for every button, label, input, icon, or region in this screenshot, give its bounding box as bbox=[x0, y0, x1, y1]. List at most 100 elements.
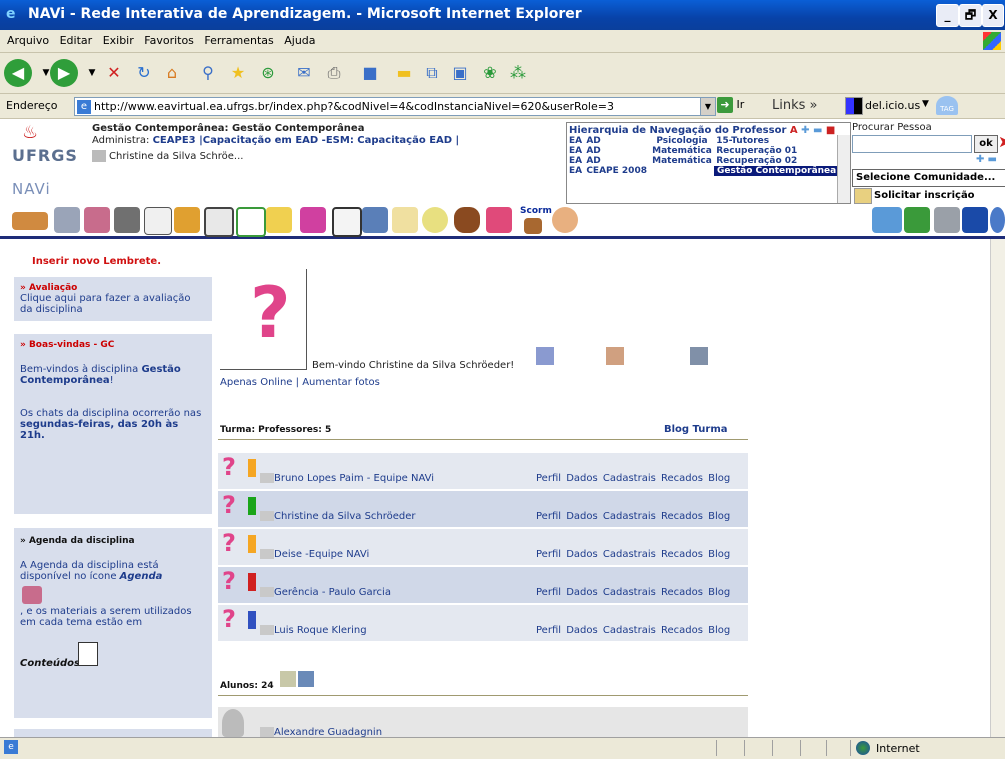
news-icon[interactable] bbox=[54, 207, 80, 233]
maximize-button[interactable]: 🗗 bbox=[959, 4, 982, 27]
document-icon[interactable] bbox=[204, 207, 234, 237]
chat-icon[interactable] bbox=[362, 207, 388, 233]
recados-link[interactable]: Recados bbox=[661, 587, 703, 598]
student-name[interactable]: Alexandre Guadagnin bbox=[274, 727, 382, 737]
agenda-icon[interactable] bbox=[84, 207, 110, 233]
vertical-scrollbar[interactable] bbox=[990, 239, 1005, 737]
insert-reminder-link[interactable]: Inserir novo Lembrete. bbox=[32, 256, 161, 267]
recados-link[interactable]: Recados bbox=[661, 473, 703, 484]
stop-icon[interactable]: ✕ bbox=[102, 61, 126, 85]
dados-cadastrais-link[interactable]: Dados Cadastrais bbox=[566, 473, 656, 484]
hierarchy-row[interactable]: EA AD Matemática Recuperação 02 bbox=[567, 156, 839, 166]
menu-editar[interactable]: Editar bbox=[60, 34, 93, 47]
tools-icon[interactable] bbox=[114, 207, 140, 233]
address-dropdown-icon[interactable]: ▼ bbox=[700, 97, 716, 116]
menu-favoritos[interactable]: Favoritos bbox=[144, 34, 194, 47]
edit-square-icon[interactable] bbox=[236, 207, 266, 237]
mail-icon[interactable] bbox=[260, 727, 274, 737]
admin-link[interactable]: CEAPE3 |Capacitação em EAD -ESM: Capacit… bbox=[153, 135, 460, 146]
chart-icon[interactable] bbox=[904, 207, 930, 233]
recados-link[interactable]: Recados bbox=[661, 549, 703, 560]
perfil-link[interactable]: Perfil bbox=[536, 587, 561, 598]
settings-tools-icon[interactable] bbox=[934, 207, 960, 233]
search-people-input[interactable] bbox=[852, 135, 972, 153]
agenda-book-icon[interactable] bbox=[22, 586, 42, 604]
help-icon[interactable] bbox=[990, 207, 1005, 233]
professor-name[interactable]: Gerência - Paulo Garcia bbox=[274, 587, 391, 598]
go-button[interactable]: ➜ Ir bbox=[717, 97, 757, 116]
collapse-icon[interactable]: ▬ bbox=[813, 125, 822, 136]
edit-icon[interactable]: ■ bbox=[358, 61, 382, 85]
history-icon[interactable]: ⊛ bbox=[256, 61, 280, 85]
student-list-icon[interactable] bbox=[280, 671, 296, 687]
forward-arrow-icon[interactable]: ▶ bbox=[50, 59, 78, 87]
expand-icon[interactable]: ✚ bbox=[801, 125, 809, 136]
hierarchy-scrollbar[interactable] bbox=[837, 135, 850, 203]
pointer-hand-icon[interactable] bbox=[12, 212, 48, 230]
recados-link[interactable]: Recados bbox=[661, 511, 703, 522]
student-photo-icon[interactable] bbox=[298, 671, 314, 687]
menu-arquivo[interactable]: Arquivo bbox=[7, 34, 49, 47]
blog-link[interactable]: Blog bbox=[708, 587, 730, 598]
hierarchy-row[interactable]: EA AD Matemática Recuperação 01 bbox=[567, 146, 839, 156]
mail-icon[interactable]: ✉ bbox=[292, 61, 316, 85]
bulletin-icon[interactable] bbox=[422, 207, 448, 233]
dados-cadastrais-link[interactable]: Dados Cadastrais bbox=[566, 587, 656, 598]
links-toolbar[interactable]: Links » bbox=[772, 98, 818, 113]
scorm-icon[interactable] bbox=[524, 218, 542, 234]
edit-note-icon[interactable] bbox=[606, 347, 624, 365]
mail-icon[interactable] bbox=[260, 473, 274, 483]
minimize-button[interactable]: _ bbox=[936, 4, 959, 27]
users-icon[interactable] bbox=[552, 207, 578, 233]
blog-link[interactable]: Blog bbox=[708, 549, 730, 560]
menu-exibir[interactable]: Exibir bbox=[103, 34, 134, 47]
forward-dropdown-icon[interactable]: ▼ bbox=[80, 61, 104, 85]
perfil-link[interactable]: Perfil bbox=[536, 473, 561, 484]
blog-link[interactable]: Blog bbox=[708, 511, 730, 522]
search-ok-button[interactable]: ok bbox=[974, 135, 998, 153]
blog-link[interactable]: Blog bbox=[708, 473, 730, 484]
professor-name[interactable]: Bruno Lopes Paim - Equipe NAVi bbox=[274, 473, 434, 484]
delicious-link[interactable]: del.icio.us bbox=[865, 99, 920, 112]
dados-cadastrais-link[interactable]: Dados Cadastrais bbox=[566, 511, 656, 522]
perfil-link[interactable]: Perfil bbox=[536, 625, 561, 636]
professor-name[interactable]: Deise -Equipe NAVi bbox=[274, 549, 369, 560]
hierarchy-row[interactable]: EA AD Psicologia 15-Tutores bbox=[567, 136, 839, 146]
dados-cadastrais-link[interactable]: Dados Cadastrais bbox=[566, 625, 656, 636]
mail-icon[interactable] bbox=[260, 625, 274, 635]
contents-icon[interactable] bbox=[144, 207, 172, 235]
folder-icon[interactable]: ▬ bbox=[392, 61, 416, 85]
online-only-link[interactable]: Apenas Online bbox=[220, 377, 292, 388]
pencil-icon[interactable] bbox=[266, 207, 292, 233]
perfil-link[interactable]: Perfil bbox=[536, 549, 561, 560]
people-icon[interactable] bbox=[486, 207, 512, 233]
dados-cadastrais-link[interactable]: Dados Cadastrais bbox=[566, 549, 656, 560]
blog-link[interactable]: Blog bbox=[708, 625, 730, 636]
community-select[interactable]: Selecione Comunidade... bbox=[852, 169, 1005, 187]
write-icon[interactable] bbox=[690, 347, 708, 365]
close-hierarchy-icon[interactable]: ■ bbox=[826, 125, 835, 136]
recados-link[interactable]: Recados bbox=[661, 625, 703, 636]
address-input[interactable]: e http://www.eavirtual.ea.ufrgs.br/index.… bbox=[74, 97, 701, 116]
print-icon[interactable]: ⎙ bbox=[322, 61, 346, 85]
home-icon[interactable]: ⌂ bbox=[160, 61, 184, 85]
notepad-icon[interactable] bbox=[392, 207, 418, 233]
related-icon[interactable]: ⁂ bbox=[506, 61, 530, 85]
close-button[interactable]: X bbox=[982, 4, 1004, 27]
menu-ferramentas[interactable]: Ferramentas bbox=[204, 34, 273, 47]
back-arrow-icon[interactable]: ◀ bbox=[4, 59, 32, 87]
anchor-icon[interactable] bbox=[962, 207, 988, 233]
professor-name[interactable]: Christine da Silva Schröeder bbox=[274, 511, 416, 522]
font-size-control[interactable]: A bbox=[790, 125, 798, 136]
menu-ajuda[interactable]: Ajuda bbox=[284, 34, 315, 47]
discuss-icon[interactable]: ❀ bbox=[478, 61, 502, 85]
perfil-link[interactable]: Perfil bbox=[536, 511, 561, 522]
professor-name[interactable]: Luis Roque Klering bbox=[274, 625, 367, 636]
coffee-cup-icon[interactable] bbox=[454, 207, 480, 233]
blog-turma-link[interactable]: Blog Turma bbox=[664, 424, 728, 435]
red-arrow-icon[interactable]: ➤ bbox=[998, 132, 1005, 151]
enlarge-photos-link[interactable]: Aumentar fotos bbox=[302, 377, 380, 388]
favorites-star-icon[interactable]: ★ bbox=[226, 61, 250, 85]
profile-picture-icon[interactable] bbox=[536, 347, 554, 365]
tag-button[interactable]: TAG bbox=[936, 96, 958, 115]
